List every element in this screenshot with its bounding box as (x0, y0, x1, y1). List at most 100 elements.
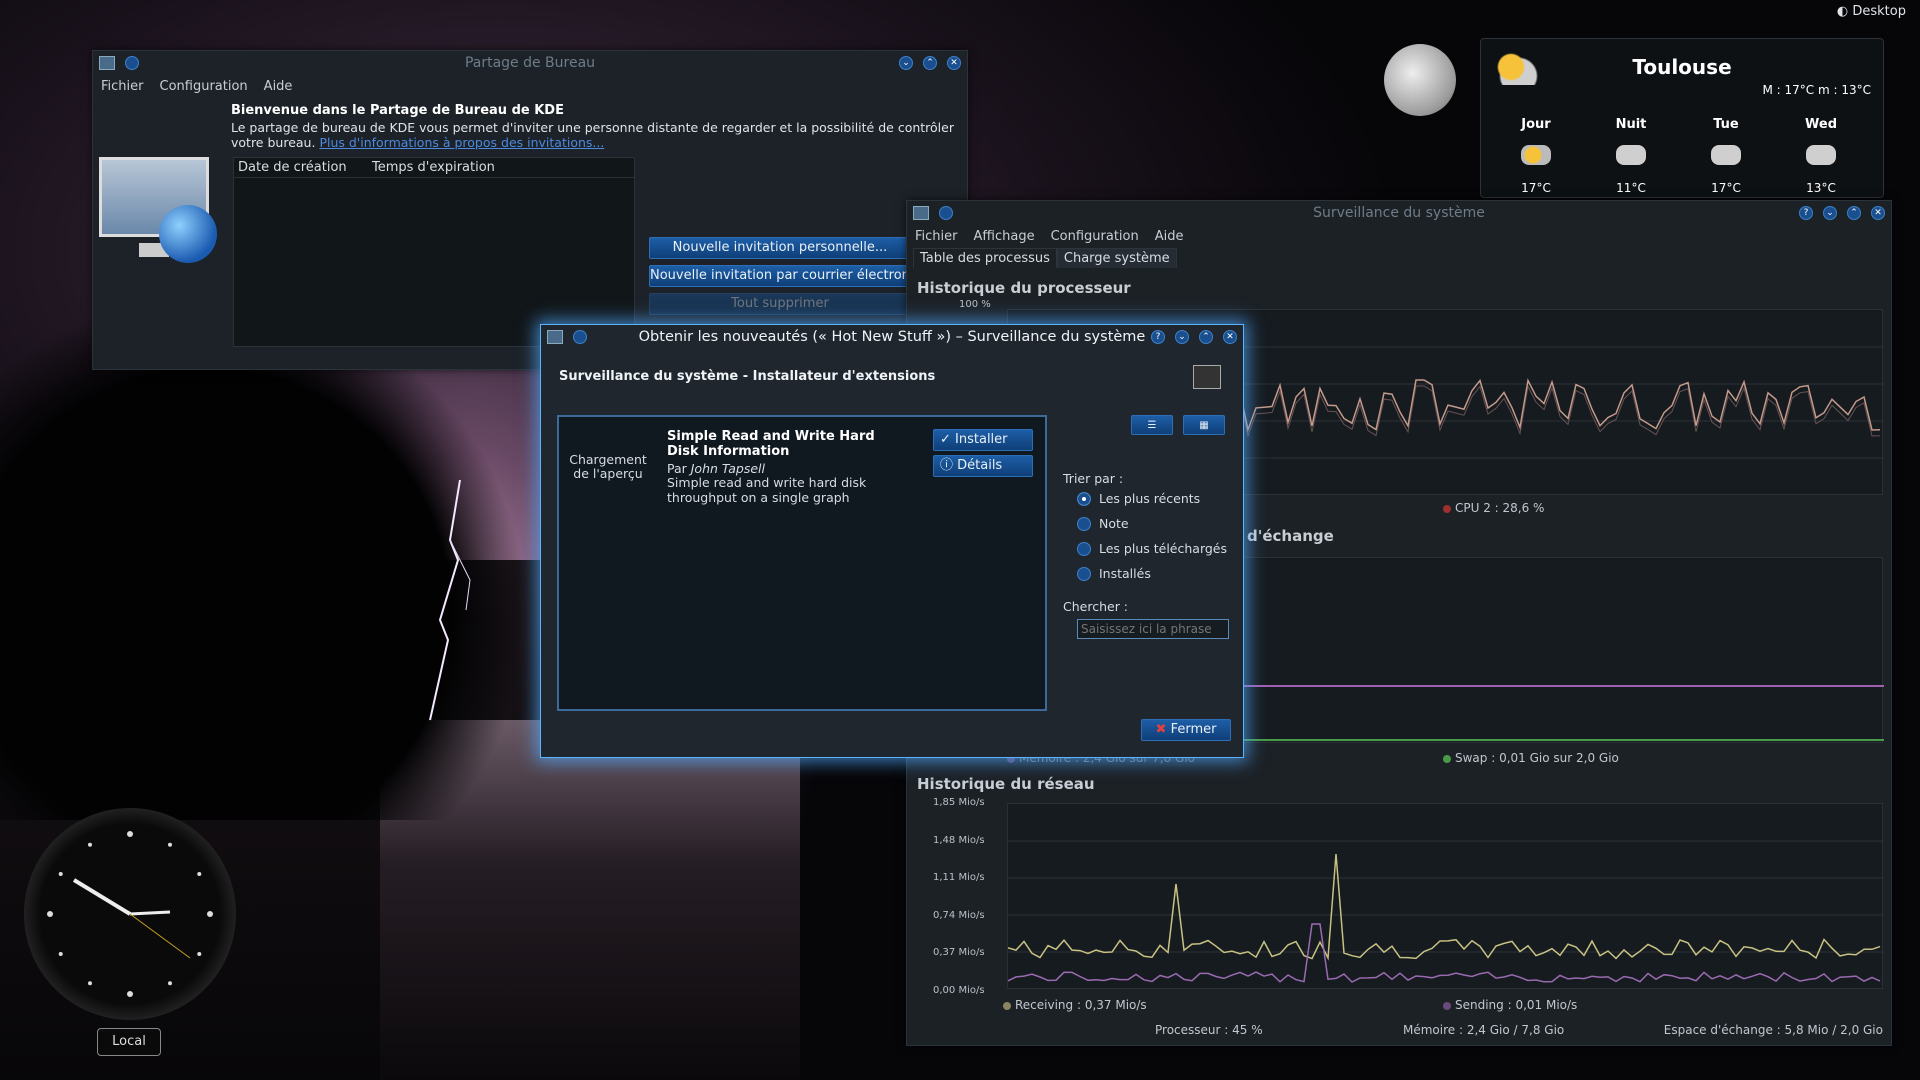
clock-tick (168, 842, 172, 847)
krfb-app-icon (99, 56, 115, 70)
ghns-titlebar[interactable]: Obtenir les nouveautés (« Hot New Stuff … (541, 325, 1243, 349)
swap-legend-swatch (1443, 754, 1451, 763)
network-history-title: Historique du réseau (917, 775, 1095, 793)
sort-option[interactable]: Installés (1077, 566, 1151, 581)
item-summary: Simple read and write hard disk throughp… (667, 475, 867, 505)
moon-icon (1384, 44, 1456, 116)
cloud-icon (1616, 145, 1646, 165)
clock-tick (207, 911, 213, 917)
network-axis-tick: 1,48 Mio/s (933, 834, 985, 846)
weather-current: M : 17°C m : 13°C (1762, 83, 1872, 97)
install-button[interactable]: ✓ Installer (933, 429, 1033, 451)
help-button[interactable]: ? (1799, 206, 1813, 220)
search-label: Chercher : (1063, 599, 1129, 614)
close-icon: ✖ (1155, 722, 1171, 737)
icon-view-icon: ▦ (1199, 420, 1209, 431)
ksysguard-app-icon (913, 206, 929, 220)
close-button[interactable]: ✕ (1223, 330, 1237, 344)
weather-day-name: Tue (1713, 117, 1739, 132)
ksysguard-titlebar[interactable]: Surveillance du système ? ⌄ ⌃ ✕ (907, 201, 1891, 225)
minimize-button[interactable]: ⌄ (1823, 206, 1837, 220)
clock-tick (58, 872, 63, 876)
sort-option[interactable]: Les plus récents (1077, 491, 1200, 506)
weather-city: Toulouse (1632, 55, 1732, 79)
invitations-info-link[interactable]: Plus d'informations à propos des invitat… (319, 135, 604, 150)
status-cpu: Processeur : 45 % (1155, 1023, 1263, 1037)
desktop-icon: ◐ (1836, 4, 1853, 19)
receiving-series-line (1007, 853, 1881, 961)
close-button[interactable]: ✕ (1871, 206, 1885, 220)
ghns-subtitle: Surveillance du système - Installateur d… (559, 369, 936, 384)
clock-tick (168, 981, 172, 986)
weather-day-name: Nuit (1615, 117, 1647, 132)
menu-affichage[interactable]: Affichage (974, 229, 1035, 244)
menu-configuration[interactable]: Configuration (160, 79, 248, 94)
icon-view-button[interactable]: ▦ (1183, 415, 1225, 435)
memory-history-title: d'échange (1247, 527, 1334, 545)
minimize-button[interactable]: ⌄ (899, 56, 913, 70)
radio-button[interactable] (1077, 566, 1091, 581)
weather-widget: Toulouse M : 17°C m : 13°C Jour 17°C Nuit 1… (1480, 38, 1884, 198)
analog-clock (24, 808, 236, 1020)
cpu-history-title: Historique du processeur (917, 279, 1131, 297)
minimize-button[interactable]: ⌄ (1175, 330, 1189, 344)
sort-option-label: Les plus récents (1099, 491, 1201, 506)
radio-button[interactable] (1077, 516, 1091, 531)
krfb-heading: Bienvenue dans le Partage de Bureau de K… (231, 103, 564, 118)
search-input[interactable] (1077, 619, 1229, 639)
swap-legend: Swap : 0,01 Gio sur 2,0 Gio (1443, 751, 1619, 765)
menu-aide[interactable]: Aide (1155, 229, 1184, 244)
tab-system-load[interactable]: Charge système (1056, 248, 1177, 268)
sort-option-label: Les plus téléchargés (1099, 541, 1228, 556)
new-email-invitation-button[interactable]: Nouvelle invitation par courrier électro… (649, 265, 911, 287)
radio-button[interactable] (1077, 491, 1091, 506)
check-icon: ✓ (940, 432, 956, 447)
ksysguard-tabs: Table des processus Charge système (907, 248, 1891, 268)
ksysguard-menubar: Fichier Affichage Configuration Aide (907, 225, 1891, 248)
menu-fichier[interactable]: Fichier (101, 79, 144, 94)
info-icon: ⓘ (940, 458, 958, 473)
cpu-axis-max: 100 % (959, 299, 991, 310)
weather-day-temp: 11°C (1616, 181, 1646, 195)
new-personal-invitation-button[interactable]: Nouvelle invitation personnelle... (649, 237, 911, 259)
ghns-item-list[interactable]: Chargement de l'aperçu Simple Read and W… (557, 415, 1047, 711)
weather-day-temp: 17°C (1711, 181, 1741, 195)
ghns-dialog: Obtenir les nouveautés (« Hot New Stuff … (540, 324, 1244, 758)
invitations-table[interactable]: Date de création Temps d'expiration (233, 157, 635, 347)
network-axis-tick: 0,37 Mio/s (933, 947, 985, 958)
krfb-titlebar[interactable]: Partage de Bureau ⌄ ⌃ ✕ (93, 51, 967, 75)
ghns-app-icon (547, 330, 563, 344)
window-menu-button[interactable] (573, 330, 587, 344)
column-header-date[interactable]: Date de création (234, 158, 368, 177)
list-view-button[interactable]: ☰ (1131, 415, 1173, 435)
sending-legend: Sending : 0,01 Mio/s (1443, 998, 1577, 1012)
krfb-description: Le partage de bureau de KDE vous permet … (231, 120, 954, 150)
desktop-toolbox[interactable]: ◐ Desktop (1837, 4, 1906, 19)
maximize-button[interactable]: ⌃ (923, 56, 937, 70)
window-menu-button[interactable] (125, 56, 139, 70)
close-button[interactable]: ✕ (947, 56, 961, 70)
sort-option[interactable]: Les plus téléchargés (1077, 541, 1227, 556)
column-header-expiration[interactable]: Temps d'expiration (368, 158, 495, 177)
weather-day-temp: 17°C (1521, 181, 1551, 195)
radio-button[interactable] (1077, 541, 1091, 556)
maximize-button[interactable]: ⌃ (1847, 206, 1861, 220)
clock-tick (127, 831, 133, 837)
close-dialog-button[interactable]: ✖ Fermer (1141, 719, 1231, 741)
menu-aide[interactable]: Aide (264, 79, 293, 94)
sort-option-label: Installés (1099, 566, 1151, 581)
item-name: Simple Read and Write Hard Disk Informat… (667, 429, 875, 459)
item-author: Par John Tapsell (667, 461, 765, 476)
menu-configuration[interactable]: Configuration (1051, 229, 1139, 244)
tab-process-table[interactable]: Table des processus (913, 248, 1057, 268)
delete-all-button[interactable]: Tout supprimer (649, 293, 911, 315)
details-button[interactable]: ⓘ Détails (933, 455, 1033, 477)
menu-fichier[interactable]: Fichier (915, 229, 958, 244)
window-menu-button[interactable] (939, 206, 953, 220)
sort-option[interactable]: Note (1077, 516, 1129, 531)
help-button[interactable]: ? (1151, 330, 1165, 344)
network-axis-tick: 1,11 Mio/s (933, 872, 985, 883)
maximize-button[interactable]: ⌃ (1199, 330, 1213, 344)
sort-option-label: Note (1099, 516, 1129, 531)
clock-tick (127, 991, 133, 997)
